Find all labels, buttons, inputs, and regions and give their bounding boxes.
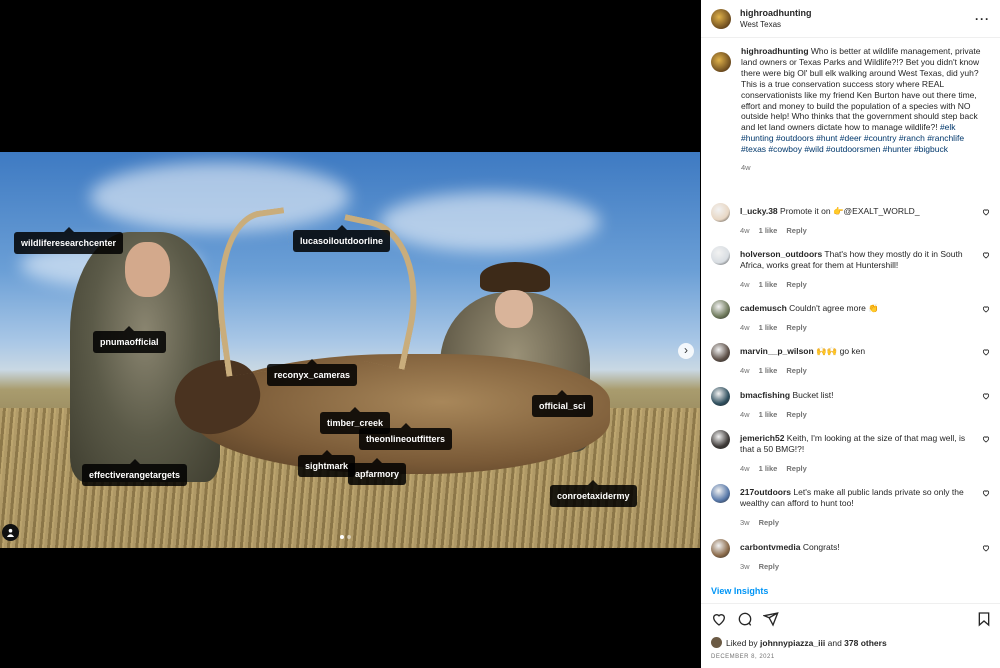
- post-caption: highroadhunting Who is better at wildlif…: [711, 46, 990, 174]
- comment-like-heart-icon[interactable]: [982, 305, 990, 313]
- commenter-avatar[interactable]: [711, 484, 730, 503]
- comment-text: Promote it on 👉@EXALT_WORLD_: [780, 206, 920, 216]
- reply-button[interactable]: Reply: [786, 226, 806, 235]
- reply-button[interactable]: Reply: [786, 464, 806, 473]
- caption-text: Who is better at wildlife management, pr…: [741, 46, 981, 133]
- commenter-avatar[interactable]: [711, 300, 730, 319]
- reply-button[interactable]: Reply: [786, 323, 806, 332]
- comment-age: 4w: [740, 410, 750, 419]
- comment-age: 4w: [740, 280, 750, 289]
- comment-like-heart-icon[interactable]: [982, 251, 990, 259]
- commenter-username[interactable]: cademusch: [740, 303, 787, 313]
- commenter-username[interactable]: bmacfishing: [740, 390, 790, 400]
- comment-item: 217outdoors Let's make all public lands …: [711, 484, 990, 528]
- comment-like-heart-icon[interactable]: [982, 489, 990, 497]
- comment-age: 4w: [740, 464, 750, 473]
- commenter-avatar[interactable]: [711, 430, 730, 449]
- user-tags-icon[interactable]: [2, 524, 19, 541]
- caption-avatar[interactable]: [711, 52, 731, 72]
- comment-like-heart-icon[interactable]: [982, 435, 990, 443]
- comments-section: highroadhunting Who is better at wildlif…: [701, 46, 1000, 174]
- post-photo[interactable]: wildliferesearchcenter lucasoiloutdoorli…: [0, 152, 700, 548]
- commenter-avatar[interactable]: [711, 203, 730, 222]
- comment-text: Couldn't agree more 👏: [789, 303, 879, 313]
- photo-tag[interactable]: reconyx_cameras: [267, 359, 358, 386]
- comment-text: 🙌🙌 go ken: [816, 346, 866, 356]
- action-bar: [711, 611, 779, 627]
- comment-like-heart-icon[interactable]: [982, 392, 990, 400]
- commenter-username[interactable]: jemerich52: [740, 433, 784, 443]
- commenter-username[interactable]: l_ucky.38: [740, 206, 778, 216]
- photo-tag[interactable]: sightmark: [298, 450, 356, 477]
- liker-username[interactable]: johnnypiazza_iii: [760, 638, 825, 648]
- commenter-username[interactable]: 217outdoors: [740, 487, 791, 497]
- comment-like-heart-icon[interactable]: [982, 544, 990, 552]
- photo-tag[interactable]: pnumaofficial: [93, 326, 166, 353]
- next-photo-button[interactable]: ›: [678, 343, 694, 359]
- comment-likes[interactable]: 1 like: [759, 366, 778, 375]
- comment-item: l_ucky.38 Promote it on 👉@EXALT_WORLD_ 4w…: [711, 203, 990, 236]
- comment-likes[interactable]: 1 like: [759, 280, 778, 289]
- photo-tag[interactable]: apfarmory: [348, 458, 407, 485]
- photo-tag[interactable]: conroetaxidermy: [550, 480, 637, 507]
- comment-age: 3w: [740, 562, 750, 571]
- commenter-avatar[interactable]: [711, 246, 730, 265]
- comment-age: 4w: [740, 323, 750, 332]
- divider: [701, 603, 1000, 604]
- reply-button[interactable]: Reply: [786, 366, 806, 375]
- photo-tag[interactable]: lucasoiloutdoorline: [293, 225, 391, 252]
- likes-summary: Liked by johnnypiazza_iii and 378 others: [711, 637, 887, 648]
- post-date: DECEMBER 8, 2021: [711, 654, 775, 660]
- comment-age: 3w: [740, 518, 750, 527]
- reply-button[interactable]: Reply: [786, 280, 806, 289]
- reply-button[interactable]: Reply: [786, 410, 806, 419]
- comment-item: marvin__p_wilson 🙌🙌 go ken 4w 1 like Reply: [711, 343, 990, 376]
- comment-likes[interactable]: 1 like: [759, 410, 778, 419]
- likes-count[interactable]: 378 others: [844, 638, 887, 648]
- comment-likes[interactable]: 1 like: [759, 226, 778, 235]
- author-username[interactable]: highroadhunting: [740, 8, 811, 18]
- commenter-avatar[interactable]: [711, 539, 730, 558]
- comment-age: 4w: [740, 226, 750, 235]
- caption-age: 4w: [741, 163, 751, 173]
- photo-tag[interactable]: official_sci: [532, 390, 593, 417]
- commenter-username[interactable]: marvin__p_wilson: [740, 346, 814, 356]
- commenter-username[interactable]: holverson_outdoors: [740, 249, 822, 259]
- commenter-username[interactable]: carbontvmedia: [740, 542, 800, 552]
- liker-avatar[interactable]: [711, 637, 722, 648]
- view-insights-link[interactable]: View Insights: [711, 586, 768, 596]
- comment-age: 4w: [740, 366, 750, 375]
- caption-username[interactable]: highroadhunting: [741, 46, 809, 56]
- comment-item: carbontvmedia Congrats! 3w Reply: [711, 539, 990, 572]
- comment-icon[interactable]: [737, 611, 753, 627]
- photo-tag[interactable]: effectiverangetargets: [82, 459, 188, 486]
- comment-like-heart-icon[interactable]: [982, 208, 990, 216]
- comment-likes[interactable]: 1 like: [759, 323, 778, 332]
- reply-button[interactable]: Reply: [759, 562, 779, 571]
- hunter-left: [70, 232, 220, 482]
- carousel-dots: [340, 535, 351, 539]
- post-location[interactable]: West Texas: [740, 20, 811, 29]
- bookmark-icon[interactable]: [976, 611, 992, 627]
- comment-text: Congrats!: [802, 542, 840, 552]
- commenter-avatar[interactable]: [711, 343, 730, 362]
- comment-item: jemerich52 Keith, I'm looking at the siz…: [711, 430, 990, 474]
- comment-like-heart-icon[interactable]: [982, 348, 990, 356]
- comment-text: Bucket list!: [792, 390, 834, 400]
- comment-likes[interactable]: 1 like: [759, 464, 778, 473]
- reply-button[interactable]: Reply: [759, 518, 779, 527]
- more-options-button[interactable]: ···: [975, 12, 990, 26]
- photo-tag[interactable]: theonlineoutfitters: [359, 423, 452, 450]
- post-media-area: wildliferesearchcenter lucasoiloutdoorli…: [0, 0, 700, 668]
- comment-item: bmacfishing Bucket list! 4w 1 like Reply: [711, 387, 990, 420]
- share-icon[interactable]: [763, 611, 779, 627]
- author-avatar[interactable]: [711, 8, 731, 29]
- comment-item: cademusch Couldn't agree more 👏 4w 1 like R…: [711, 300, 990, 333]
- heart-icon[interactable]: [711, 611, 727, 627]
- commenter-avatar[interactable]: [711, 387, 730, 406]
- comment-item: holverson_outdoors That's how they mostl…: [711, 246, 990, 290]
- post-header: highroadhunting West Texas ···: [701, 0, 1000, 38]
- photo-tag[interactable]: wildliferesearchcenter: [14, 227, 124, 254]
- post-side-panel: highroadhunting West Texas ··· highroadh…: [701, 0, 1000, 668]
